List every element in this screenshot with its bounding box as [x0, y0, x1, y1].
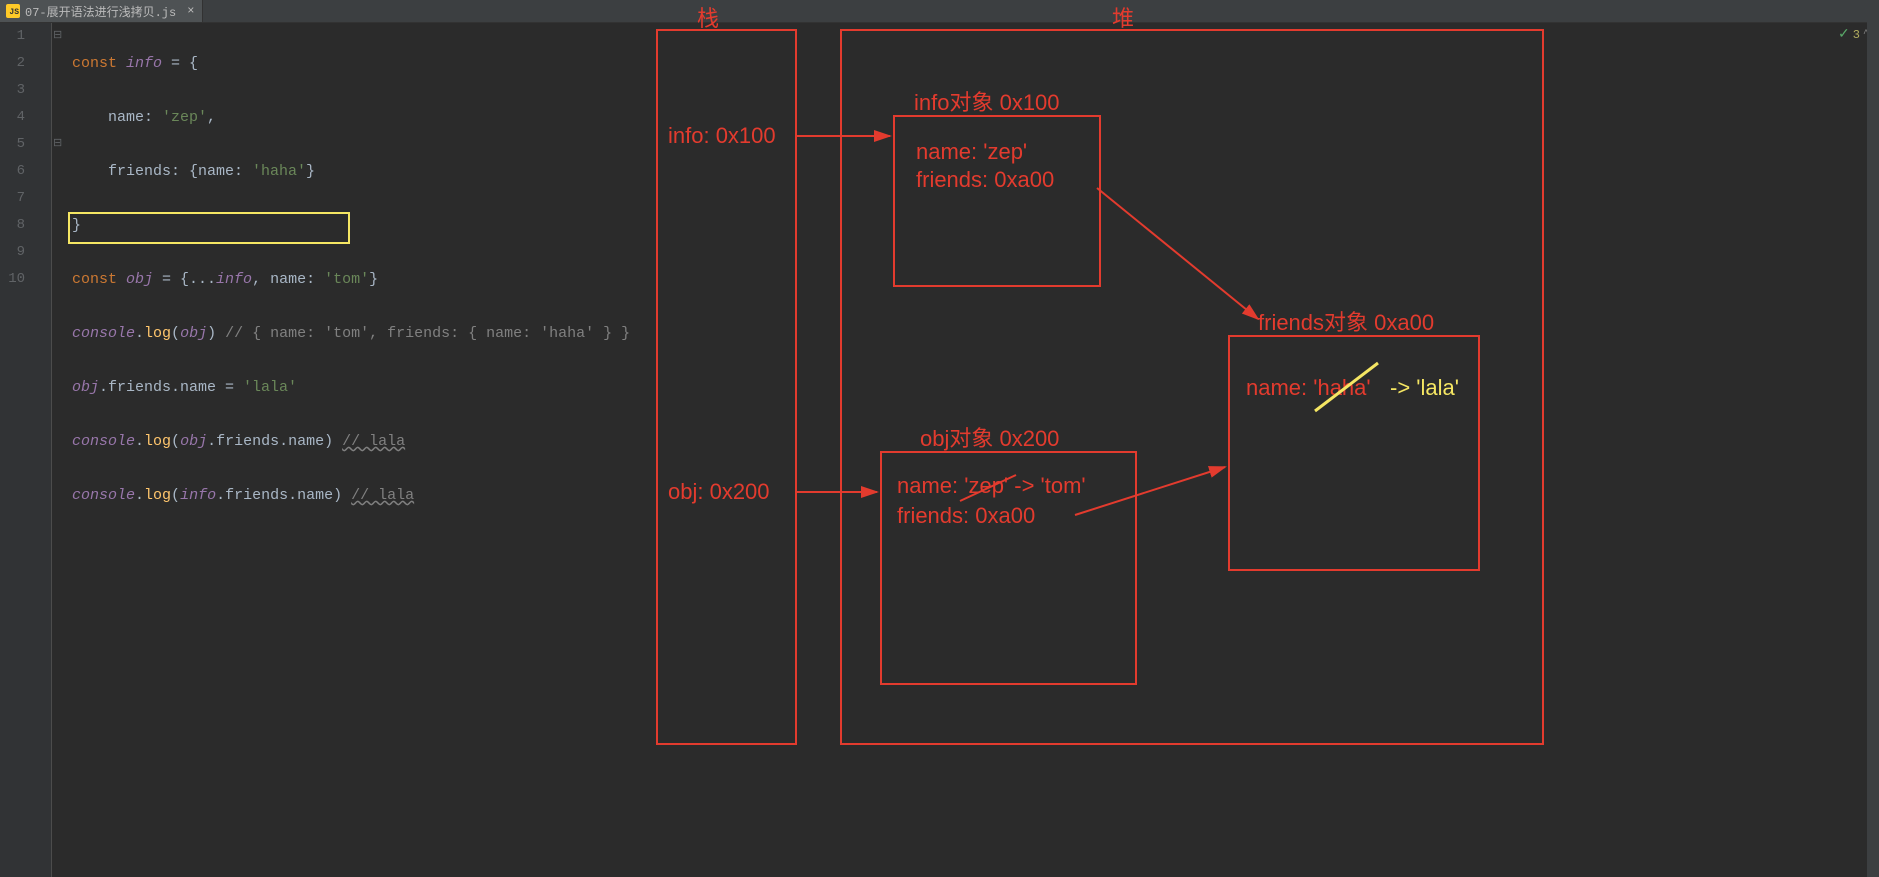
editor-area[interactable]: 1 2 3 4 5 6 7 8 9 10 ⊟ ⊟ const info = { … — [0, 23, 1879, 877]
code-line: console.log(obj) // { name: 'tom', frien… — [72, 320, 630, 347]
code-line: console.log(info.friends.name) // lala — [72, 482, 630, 509]
heap-info-name: name: 'zep' — [916, 139, 1027, 165]
line-number-gutter: 1 2 3 4 5 6 7 8 9 10 — [0, 23, 52, 877]
code-line: const info = { — [72, 50, 630, 77]
line-number: 9 — [0, 239, 25, 266]
stack-info-entry: info: 0x100 — [668, 123, 776, 149]
stack-obj-entry: obj: 0x200 — [668, 479, 770, 505]
tab-bar: JS 07-展开语法进行浅拷贝.js × — [0, 0, 1879, 23]
js-file-icon: JS — [6, 4, 20, 18]
heap-info-friends: friends: 0xa00 — [916, 167, 1054, 193]
code-line: obj.friends.name = 'lala' — [72, 374, 630, 401]
editor-status-marks[interactable]: ✓ 3 ^ — [1838, 26, 1869, 43]
heap-friends-title: friends对象 0xa00 — [1258, 305, 1434, 337]
line-number: 2 — [0, 50, 25, 77]
check-icon: ✓ — [1838, 26, 1850, 43]
code-line: } — [72, 212, 630, 239]
code-line: console.log(obj.friends.name) // lala — [72, 428, 630, 455]
code-line: name: 'zep', — [72, 104, 630, 131]
close-icon[interactable]: × — [187, 4, 194, 18]
line-number: 5 — [0, 131, 25, 158]
vertical-scrollbar[interactable] — [1867, 22, 1879, 877]
heap-friends-name: name: 'haha' — [1246, 375, 1371, 401]
line-number: 10 — [0, 266, 25, 293]
heap-friends-box — [1228, 335, 1480, 571]
code-line: friends: {name: 'haha'} — [72, 158, 630, 185]
heap-obj-title: obj对象 0x200 — [920, 421, 1059, 453]
file-tab[interactable]: JS 07-展开语法进行浅拷贝.js × — [0, 0, 203, 22]
heap-friends-name-new: -> 'lala' — [1390, 375, 1459, 401]
heap-info-title: info对象 0x100 — [914, 85, 1060, 117]
line-number: 1 — [0, 23, 25, 50]
line-number: 4 — [0, 104, 25, 131]
warning-count: 3 — [1853, 28, 1860, 42]
line-number: 8 — [0, 212, 25, 239]
line-number: 7 — [0, 185, 25, 212]
heap-obj-name: name: 'zep' -> 'tom' — [897, 473, 1086, 499]
code-line: const obj = {...info, name: 'tom'} — [72, 266, 630, 293]
line-number: 3 — [0, 77, 25, 104]
line-number: 6 — [0, 158, 25, 185]
tab-filename: 07-展开语法进行浅拷贝.js — [25, 3, 176, 20]
code-content[interactable]: const info = { name: 'zep', friends: {na… — [52, 23, 630, 877]
heap-obj-friends: friends: 0xa00 — [897, 503, 1035, 529]
